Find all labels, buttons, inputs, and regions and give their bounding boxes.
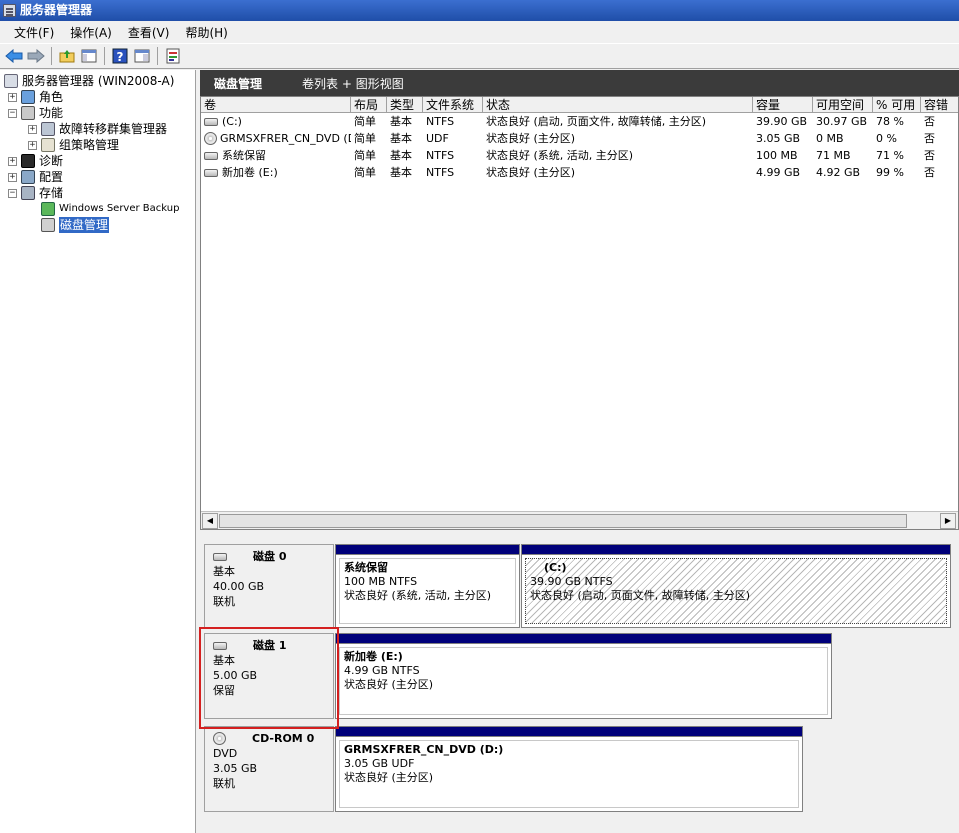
col-header-percent-free[interactable]: % 可用: [873, 97, 921, 113]
partition-system-reserved[interactable]: 系统保留 100 MB NTFS 状态良好 (系统, 活动, 主分区): [335, 544, 520, 628]
window-title: 服务器管理器: [20, 3, 93, 17]
cluster-icon: [41, 122, 55, 136]
expand-icon[interactable]: +: [28, 140, 37, 150]
main-title: 磁盘管理: [214, 76, 263, 91]
col-header-type[interactable]: 类型: [387, 97, 423, 113]
expand-icon[interactable]: +: [8, 156, 17, 166]
toolbar-separator: [51, 47, 52, 65]
col-header-layout[interactable]: 布局: [351, 97, 387, 113]
menu-file[interactable]: 文件(F): [6, 24, 62, 41]
col-header-status[interactable]: 状态: [483, 97, 753, 113]
disk-icon: [213, 552, 227, 561]
toolbar-separator: [104, 47, 105, 65]
col-header-fault-tolerance[interactable]: 容错: [921, 97, 958, 113]
partition-d-dvd[interactable]: GRMSXFRER_CN_DVD (D:) 3.05 GB UDF 状态良好 (…: [335, 726, 803, 812]
disk-1-info[interactable]: 磁盘 1 基本 5.00 GB 保留: [204, 633, 334, 719]
back-arrow-icon[interactable]: [4, 46, 24, 66]
storage-icon: [21, 186, 35, 200]
disk-graphical-view: 磁盘 0 基本 40.00 GB 联机 系统保留 100 MB NTFS 状态良…: [200, 536, 959, 833]
tree-item-windows-server-backup[interactable]: Windows Server Backup: [28, 201, 179, 217]
help-icon[interactable]: ?: [110, 46, 130, 66]
view-mode-label[interactable]: 卷列表 + 图形视图: [302, 75, 404, 92]
tree-item-failover-cluster[interactable]: + 故障转移群集管理器: [28, 121, 167, 137]
drive-icon: [204, 151, 218, 160]
disk-management-icon: [41, 218, 55, 232]
expand-icon[interactable]: +: [28, 124, 37, 134]
partition-e[interactable]: 新加卷 (E:) 4.99 GB NTFS 状态良好 (主分区): [335, 633, 832, 719]
menu-action[interactable]: 操作(A): [62, 24, 120, 41]
collapse-icon[interactable]: −: [8, 108, 17, 118]
cd-drive-icon: [213, 732, 226, 745]
partition-c[interactable]: (C:) 39.90 GB NTFS 状态良好 (启动, 页面文件, 故障转储,…: [521, 544, 951, 628]
export-icon[interactable]: [163, 46, 183, 66]
table-row[interactable]: GRMSXFRER_CN_DVD (D:) 简单 基本 UDF 状态良好 (主分…: [201, 130, 958, 147]
roles-icon: [21, 90, 35, 104]
menu-view[interactable]: 查看(V): [120, 24, 178, 41]
group-policy-icon: [41, 138, 55, 152]
table-row[interactable]: (C:) 简单 基本 NTFS 状态良好 (启动, 页面文件, 故障转储, 主分…: [201, 113, 958, 130]
main-pane: 磁盘管理 卷列表 + 图形视图 卷 布局 类型 文件系统 状态 容量 可用空间 …: [200, 70, 959, 833]
svg-text:?: ?: [117, 50, 124, 64]
navigation-tree: 服务器管理器 (WIN2008-A) + 角色 − 功能 + 故障转移群集管理器…: [0, 70, 196, 833]
scrollbar-thumb[interactable]: [219, 514, 907, 528]
toolbar: ?: [0, 43, 959, 69]
col-header-free-space[interactable]: 可用空间: [813, 97, 873, 113]
tree-item-configuration[interactable]: + 配置: [8, 169, 63, 185]
collapse-icon[interactable]: −: [8, 188, 17, 198]
menu-bar: 文件(F) 操作(A) 查看(V) 帮助(H): [0, 21, 959, 43]
tree-item-roles[interactable]: + 角色: [8, 89, 63, 105]
menu-help[interactable]: 帮助(H): [177, 24, 235, 41]
server-icon: [4, 74, 18, 88]
toolbar-separator: [157, 47, 158, 65]
disk-icon: [213, 641, 227, 650]
tree-item-storage[interactable]: − 存储: [8, 185, 63, 201]
table-row[interactable]: 新加卷 (E:) 简单 基本 NTFS 状态良好 (主分区) 4.99 GB 4…: [201, 164, 958, 181]
expand-icon[interactable]: +: [8, 172, 17, 182]
tree-item-features[interactable]: − 功能: [8, 105, 63, 121]
horizontal-scrollbar[interactable]: ◀ ▶: [201, 511, 958, 529]
up-folder-icon[interactable]: [57, 46, 77, 66]
tree-item-group-policy[interactable]: + 组策略管理: [28, 137, 119, 153]
scroll-right-icon[interactable]: ▶: [940, 513, 956, 529]
server-manager-icon: [3, 4, 16, 17]
volume-list: 卷 布局 类型 文件系统 状态 容量 可用空间 % 可用 容错 (C:) 简单 …: [200, 96, 959, 530]
tree-item-disk-management[interactable]: 磁盘管理: [28, 217, 110, 233]
tree-item-server-manager[interactable]: 服务器管理器 (WIN2008-A): [4, 73, 174, 89]
features-icon: [21, 106, 35, 120]
window-title-bar: 服务器管理器: [0, 0, 959, 21]
col-header-volume[interactable]: 卷: [201, 97, 351, 113]
scroll-left-icon[interactable]: ◀: [202, 513, 218, 529]
properties-icon[interactable]: [132, 46, 152, 66]
table-row[interactable]: 系统保留 简单 基本 NTFS 状态良好 (系统, 活动, 主分区) 100 M…: [201, 147, 958, 164]
show-hide-tree-icon[interactable]: [79, 46, 99, 66]
table-header: 卷 布局 类型 文件系统 状态 容量 可用空间 % 可用 容错: [201, 97, 958, 113]
cdrom-0-info[interactable]: CD-ROM 0 DVD 3.05 GB 联机: [204, 726, 334, 812]
tree-item-diagnostics[interactable]: + 诊断: [8, 153, 63, 169]
configuration-icon: [21, 170, 35, 184]
drive-icon: [204, 117, 218, 126]
col-header-capacity[interactable]: 容量: [753, 97, 813, 113]
disk-0-info[interactable]: 磁盘 0 基本 40.00 GB 联机: [204, 544, 334, 628]
cd-drive-icon: [204, 132, 217, 145]
forward-arrow-icon[interactable]: [26, 46, 46, 66]
expand-icon[interactable]: +: [8, 92, 17, 102]
drive-icon: [204, 168, 218, 177]
backup-icon: [41, 202, 55, 216]
col-header-filesystem[interactable]: 文件系统: [423, 97, 483, 113]
main-header: 磁盘管理 卷列表 + 图形视图: [200, 70, 959, 96]
diagnostics-icon: [21, 154, 35, 168]
